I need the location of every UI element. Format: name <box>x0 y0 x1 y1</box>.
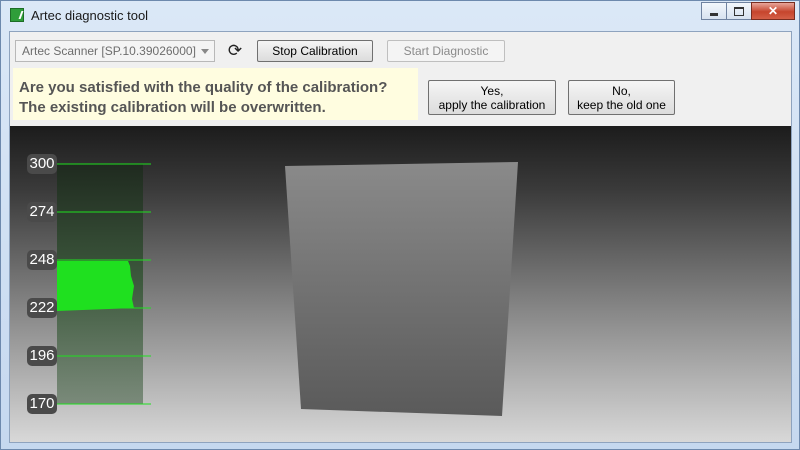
apply-calibration-button[interactable]: Yes, apply the calibration <box>428 80 556 115</box>
client-area: Artec Scanner [SP.10.39026000] ⟳ Stop Ca… <box>9 31 792 443</box>
depth-tick-label: 222 <box>27 298 57 318</box>
apply-calibration-line-2: apply the calibration <box>438 98 546 112</box>
scan-preview[interactable]: 300 274 248 222 196 170 <box>10 126 791 442</box>
depth-scale <box>50 162 518 416</box>
stop-calibration-button[interactable]: Stop Calibration <box>257 40 373 62</box>
keep-old-line-2: keep the old one <box>577 98 666 112</box>
keep-old-line-1: No, <box>612 84 631 98</box>
depth-tick-label: 248 <box>27 250 57 270</box>
depth-tick-label: 274 <box>27 202 57 222</box>
refresh-icon[interactable]: ⟳ <box>225 41 245 61</box>
calibration-target-scan <box>285 162 518 416</box>
maximize-button[interactable] <box>726 2 752 20</box>
apply-calibration-line-1: Yes, <box>480 84 504 98</box>
question-line-1: Are you satisfied with the quality of th… <box>19 79 388 96</box>
app-window: Artec diagnostic tool ✕ Artec Scanner [S… <box>0 0 800 450</box>
scanner-select[interactable]: Artec Scanner [SP.10.39026000] <box>15 40 215 62</box>
title-bar[interactable]: Artec diagnostic tool ✕ <box>1 1 799 31</box>
close-button[interactable]: ✕ <box>751 2 795 20</box>
start-diagnostic-button: Start Diagnostic <box>387 40 505 62</box>
depth-tick-label: 170 <box>27 394 57 414</box>
depth-tick-label: 196 <box>27 346 57 366</box>
question-line-2: The existing calibration will be overwri… <box>19 99 326 116</box>
caption-buttons: ✕ <box>701 2 795 22</box>
keep-old-calibration-button[interactable]: No, keep the old one <box>568 80 675 115</box>
artec-app-icon <box>10 8 24 22</box>
window-title: Artec diagnostic tool <box>31 8 149 23</box>
depth-highlight-band <box>57 261 134 311</box>
depth-tick-label: 300 <box>27 154 57 174</box>
minimize-button[interactable] <box>701 2 727 20</box>
chevron-down-icon <box>201 49 209 54</box>
calibration-question: Are you satisfied with the quality of th… <box>13 68 418 120</box>
scanner-select-value: Artec Scanner [SP.10.39026000] <box>22 44 196 58</box>
